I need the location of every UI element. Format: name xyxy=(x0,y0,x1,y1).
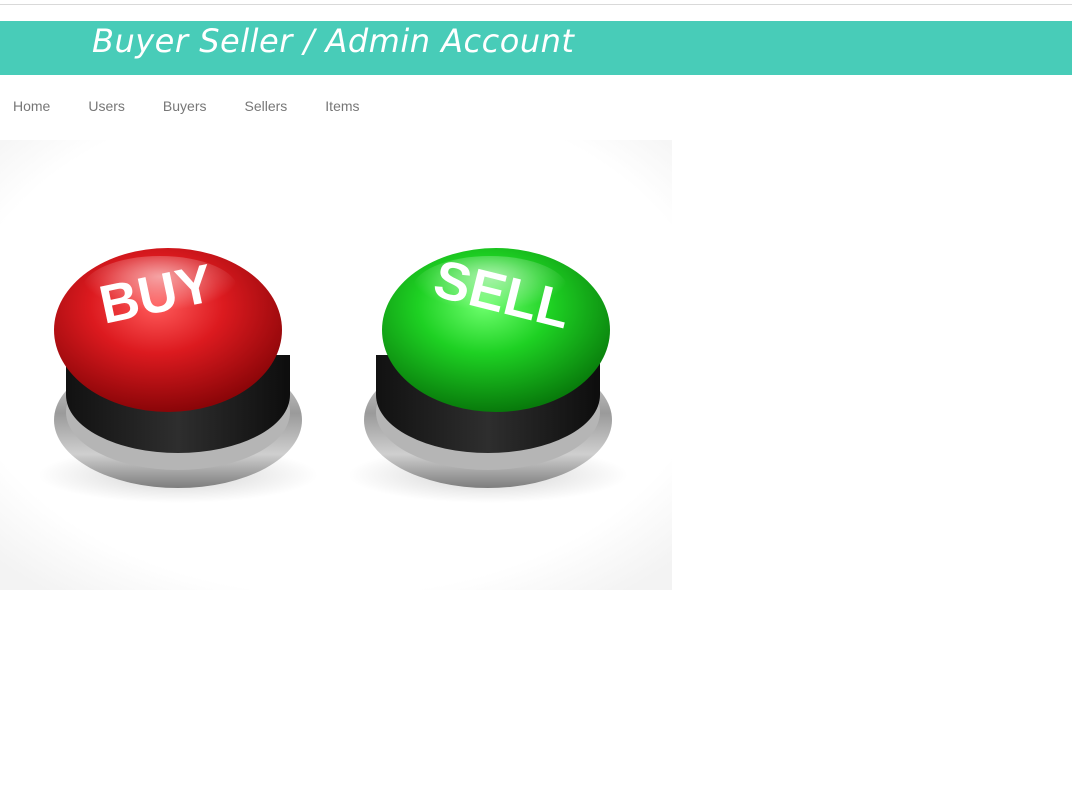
top-divider xyxy=(0,4,1072,5)
main-navigation: Home Users Buyers Sellers Items xyxy=(0,96,360,116)
nav-sellers-link[interactable]: Sellers xyxy=(245,96,288,116)
nav-items-link[interactable]: Items xyxy=(325,96,359,116)
nav-buyers-link[interactable]: Buyers xyxy=(163,96,207,116)
nav-home-link[interactable]: Home xyxy=(13,96,50,116)
page-title: Buyer Seller / Admin Account xyxy=(92,22,575,60)
buy-sell-hero-image: BUY SELL xyxy=(0,140,672,590)
nav-users-link[interactable]: Users xyxy=(88,96,125,116)
